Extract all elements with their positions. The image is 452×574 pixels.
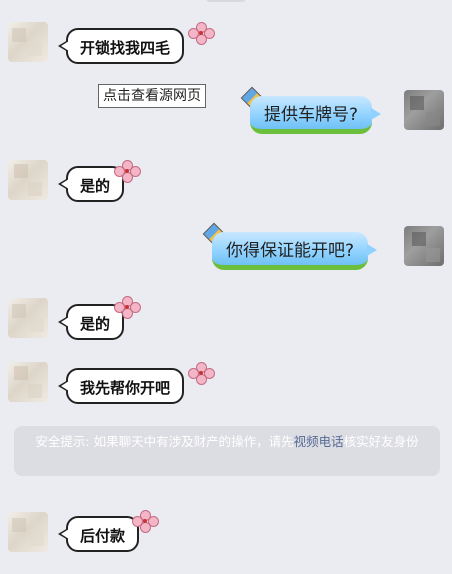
message-text: 提供车牌号? bbox=[264, 105, 359, 125]
message-text: 后付款 bbox=[80, 527, 126, 545]
flower-decoration-icon bbox=[188, 362, 215, 385]
my-avatar[interactable] bbox=[404, 226, 444, 266]
message-text: 是的 bbox=[80, 315, 111, 333]
message-text: 是的 bbox=[80, 177, 111, 195]
message-text: 我先帮你开吧 bbox=[80, 379, 171, 397]
contact-avatar[interactable] bbox=[8, 22, 48, 62]
flower-decoration-icon bbox=[132, 510, 159, 533]
top-indicator bbox=[206, 0, 246, 2]
message-text: 你得保证能开吧? bbox=[226, 241, 355, 261]
flower-decoration-icon bbox=[188, 22, 215, 45]
security-notice: 安全提示: 如果聊天中有涉及财产的操作，请先视频电话核实好友身份 bbox=[14, 426, 440, 476]
message-bubble-left[interactable]: 开锁找我四毛 bbox=[57, 28, 185, 64]
notice-prefix: 安全提示: 如果聊天中有涉及财产的操作，请先 bbox=[35, 434, 294, 449]
flower-decoration-icon bbox=[114, 160, 141, 183]
flower-decoration-icon bbox=[114, 296, 141, 319]
contact-avatar[interactable] bbox=[8, 298, 48, 338]
view-source-tooltip[interactable]: 点击查看源网页 bbox=[98, 84, 206, 108]
message-bubble-left[interactable]: 我先帮你开吧 bbox=[57, 368, 185, 404]
contact-avatar[interactable] bbox=[8, 512, 48, 552]
notice-suffix: 核实好友身份 bbox=[343, 434, 419, 449]
message-text: 开锁找我四毛 bbox=[80, 39, 171, 57]
message-bubble-right[interactable]: 提供车牌号? bbox=[250, 96, 382, 134]
video-call-link[interactable]: 视频电话 bbox=[294, 434, 344, 449]
message-bubble-right[interactable]: 你得保证能开吧? bbox=[212, 232, 378, 270]
message-bubble-left[interactable]: 后付款 bbox=[57, 516, 140, 552]
contact-avatar[interactable] bbox=[8, 362, 48, 402]
my-avatar[interactable] bbox=[404, 90, 444, 130]
contact-avatar[interactable] bbox=[8, 160, 48, 200]
